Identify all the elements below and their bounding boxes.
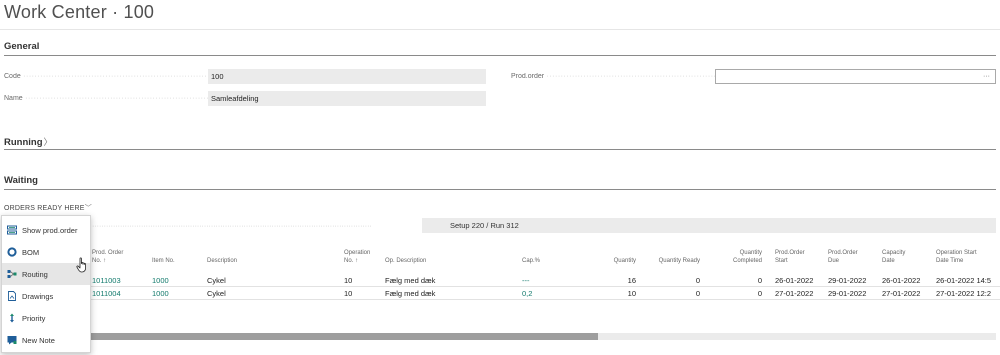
cell-quantity-completed: 0 [757,276,762,285]
name-label: Name [4,95,208,102]
chevron-down-icon: ﹀ [84,205,92,212]
prod-order-label: Prod.order [511,73,715,80]
cell-quantity-completed: 0 [757,289,762,298]
col-operation-start[interactable]: Operation Start Date Time [936,249,977,265]
cell-cap-pct[interactable]: 0,2 [522,288,532,300]
menu-item-label: Show prod.order [22,225,78,235]
menu-item-label: BOM [22,247,40,257]
cell-operation-start: 27-01-2022 12:2 [936,289,992,298]
orders-ready-here-toggle[interactable]: ORDERS READY HERE﹀ [4,203,92,213]
cell-operation-start: 26-01-2022 14:5 [936,276,992,285]
setup-run-field: Setup 220 / Run 312 [422,218,996,233]
cell-description: Cykel [207,289,226,298]
cell-description: Cykel [207,276,226,285]
cell-quantity-ready: 0 [695,289,700,298]
cell-operation-no: 10 [344,276,353,285]
running-section-divider [4,149,996,150]
priority-icon [10,313,14,323]
name-field[interactable]: Samleafdeling [208,91,486,106]
assist-edit-icon[interactable]: ··· [983,73,990,80]
cell-prod-order-start: 26-01-2022 [775,276,814,285]
menu-item-label: Priority [22,313,46,323]
page-title: Work Center · 100 [4,2,155,22]
waiting-section-divider [4,189,996,190]
cell-prod-order-no[interactable]: 1011004 [92,288,121,300]
col-capacity-date[interactable]: Capacity Date [882,249,905,265]
context-menu: Show prod.order BOM Routing Drawings Pri… [1,215,91,353]
cell-quantity: 16 [627,276,636,285]
menu-item-priority[interactable]: Priority [2,307,90,329]
running-label: Running [4,137,43,148]
cell-op-description: Fælg med dæk [385,276,436,285]
col-quantity[interactable]: Quantity [576,257,636,265]
cell-item-no[interactable]: 1000 [152,275,169,287]
col-item-no[interactable]: Item No. [152,257,175,265]
cell-quantity-ready: 0 [695,276,700,285]
cell-prod-order-due: 29-01-2022 [828,289,867,298]
chevron-right-icon: 〉 [43,137,53,147]
col-cap-pct[interactable]: Cap.% [522,257,540,265]
cell-prod-order-due: 29-01-2022 [828,276,867,285]
routing-icon [7,270,17,278]
show-prod-order-icon [7,225,17,235]
table-row[interactable]: 1011004 1000 Cykel 10 Fælg med dæk 0,2 1… [90,288,1000,300]
col-quantity-ready[interactable]: Quantity Ready [646,257,700,265]
cell-cap-pct[interactable]: --- [522,275,530,287]
cell-item-no[interactable]: 1000 [152,288,169,300]
prod-order-input[interactable]: ··· [715,69,996,84]
code-label: Code [4,73,208,80]
col-operation-no[interactable]: Operation No. ↑ [344,249,370,265]
menu-item-label: New Note [22,335,55,345]
code-field[interactable]: 100 [208,69,486,84]
general-section-heading[interactable]: General [4,41,39,52]
cell-capacity-date: 27-01-2022 [882,289,921,298]
col-description[interactable]: Description [207,257,237,265]
menu-item-new-note[interactable]: New Note [2,329,90,351]
menu-item-drawings[interactable]: Drawings [2,285,90,307]
cell-op-description: Fælg med dæk [385,289,436,298]
scrollbar-thumb[interactable] [90,333,598,340]
new-note-icon [7,336,17,345]
drawings-icon [8,291,16,301]
col-prod-order-no[interactable]: Prod. Order No. ↑ [92,249,123,265]
col-prod-order-due[interactable]: Prod.Order Due [828,249,858,265]
cell-prod-order-no[interactable]: 1011003 [92,275,121,287]
cell-quantity: 10 [627,289,636,298]
running-section-heading[interactable]: Running〉 [4,135,53,148]
cell-prod-order-start: 27-01-2022 [775,289,814,298]
col-quantity-completed[interactable]: Quantity Completed [710,249,762,265]
dotted-leader: ········································… [92,223,372,230]
cell-capacity-date: 26-01-2022 [882,276,921,285]
menu-item-show-prod-order[interactable]: Show prod.order [2,219,90,241]
menu-item-label: Routing [22,269,48,279]
col-prod-order-start[interactable]: Prod.Order Start [775,249,805,265]
title-divider [0,29,1000,30]
bom-icon [7,247,17,257]
waiting-section-heading[interactable]: Waiting [4,175,38,186]
col-op-description[interactable]: Op. Description [385,257,426,265]
general-section-divider [4,55,996,56]
horizontal-scrollbar[interactable] [90,333,996,340]
table-row[interactable]: 1011003 1000 Cykel 10 Fælg med dæk --- 1… [90,275,1000,287]
hand-cursor-icon [76,257,86,273]
cell-operation-no: 10 [344,289,353,298]
orders-ready-here-label: ORDERS READY HERE [4,205,85,212]
menu-item-label: Drawings [22,291,54,301]
